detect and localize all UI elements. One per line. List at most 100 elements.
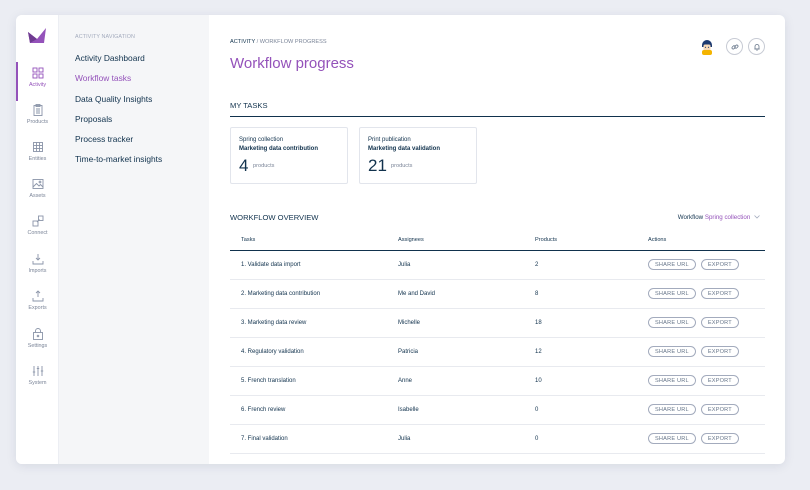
breadcrumb: ACTIVITY / WORKFLOW PROGRESS [230,39,327,45]
breadcrumb-separator: / [256,39,259,45]
export-icon [32,290,43,302]
subnav-item-time-to-market-insights[interactable]: Time-to-market insights [75,154,162,164]
chevron-down-icon [754,215,760,219]
export-button[interactable]: EXPORT [700,375,739,386]
actions-cell: SHARE URL EXPORT [648,375,739,386]
actions-cell: SHARE URL EXPORT [648,433,739,444]
table-row: 5. French translation Anne 10 SHARE URL … [230,367,765,396]
table-row: 6. French review Isabelle 0 SHARE URL EX… [230,396,765,425]
rail-item-imports[interactable]: Imports [16,253,59,289]
rail-item-assets[interactable]: Assets [16,178,59,214]
entities-icon [32,142,43,152]
task-cell: 2. Marketing data contribution [241,291,321,297]
assignee-cell: Anne [398,378,413,384]
rail-label: Activity [28,82,47,88]
products-cell: 18 [535,320,542,326]
rail-item-exports[interactable]: Exports [16,290,59,326]
rail-item-products[interactable]: Products [16,104,59,140]
column-header-actions: Actions [648,237,667,243]
rail-label: Exports [28,305,47,311]
subnav-item-data-quality-insights[interactable]: Data Quality Insights [75,94,152,104]
subnav-title: ACTIVITY NAVIGATION [75,34,136,40]
share-link-button[interactable] [726,38,743,55]
rail-label: Imports [28,268,47,274]
export-button[interactable]: EXPORT [700,288,739,299]
table-header: Tasks Assignees Products Actions [230,229,765,251]
share-url-button[interactable]: SHARE URL [648,259,696,270]
rail-item-entities[interactable]: Entities [16,141,59,177]
image-icon [32,179,43,189]
export-button[interactable]: EXPORT [700,433,739,444]
task-cell: 1. Validate data import [241,262,301,268]
section-divider [230,116,765,117]
link-icon [731,44,738,49]
assignee-cell: Michelle [398,320,421,326]
clipboard-icon [33,104,42,116]
breadcrumb-current: WORKFLOW PROGRESS [259,39,327,45]
rail-label: Assets [29,193,46,199]
rail-item-activity[interactable]: Activity [16,62,59,103]
assignee-cell: Julia [398,436,411,442]
table-row: 4. Regulatory validation Patricia 12 SHA… [230,338,765,367]
rail-label: Entities [28,156,47,162]
table-row: 3. Marketing data review Michelle 18 SHA… [230,309,765,338]
workflow-selector[interactable]: Workflow Spring collection [678,214,760,221]
rail-item-system[interactable]: System [16,365,59,401]
export-button[interactable]: EXPORT [700,317,739,328]
task-card-unit: products [253,163,275,169]
assignee-cell: Me and David [398,291,436,297]
rail-item-settings[interactable]: Settings [16,328,59,364]
task-cell: 3. Marketing data review [241,320,307,326]
export-button[interactable]: EXPORT [700,346,739,357]
notifications-button[interactable] [748,38,765,55]
column-header-tasks: Tasks [241,237,256,243]
subnav-item-workflow-tasks[interactable]: Workflow tasks [75,73,131,83]
share-url-button[interactable]: SHARE URL [648,288,696,299]
actions-cell: SHARE URL EXPORT [648,404,739,415]
task-card-unit: products [391,163,413,169]
rail-label: Settings [27,343,48,349]
main-content: ACTIVITY / WORKFLOW PROGRESS Workflow pr… [209,15,785,464]
rail-item-connect[interactable]: Connect [16,215,59,251]
rail-label: Connect [27,230,48,236]
task-cell: 5. French translation [241,378,296,384]
export-button[interactable]: EXPORT [700,259,739,270]
task-card-step: Marketing data contribution [239,146,319,152]
rail-label: System [28,380,47,386]
app-window: Activity Products Entities Assets Connec [16,15,785,464]
task-cell: 7. Final validation [241,436,288,442]
share-url-button[interactable]: SHARE URL [648,404,696,415]
avatar[interactable] [699,38,715,55]
share-url-button[interactable]: SHARE URL [648,317,696,328]
connect-icon [32,215,43,227]
logo-icon[interactable] [27,27,47,45]
task-card-step: Marketing data validation [368,146,441,152]
assignee-cell: Isabelle [398,407,419,413]
subnav-item-activity-dashboard[interactable]: Activity Dashboard [75,53,145,63]
products-cell: 0 [535,436,539,442]
subnav-item-process-tracker[interactable]: Process tracker [75,134,133,144]
task-card[interactable]: Spring collection Marketing data contrib… [230,127,348,184]
products-cell: 10 [535,378,542,384]
breadcrumb-root[interactable]: ACTIVITY [230,39,255,45]
export-button[interactable]: EXPORT [700,404,739,415]
share-url-button[interactable]: SHARE URL [648,346,696,357]
bell-icon [753,43,760,51]
table-row: 7. Final validation Julia 0 SHARE URL EX… [230,425,765,454]
sliders-icon [32,366,43,376]
share-url-button[interactable]: SHARE URL [648,375,696,386]
products-cell: 2 [535,262,539,268]
share-url-button[interactable]: SHARE URL [648,433,696,444]
assignee-cell: Julia [398,262,411,268]
subnav-item-proposals[interactable]: Proposals [75,114,112,124]
task-card-count: 21 [368,156,387,175]
assignee-cell: Patricia [398,349,419,355]
actions-cell: SHARE URL EXPORT [648,288,739,299]
lock-icon [32,328,43,340]
actions-cell: SHARE URL EXPORT [648,259,739,270]
workflow-overview-table: Tasks Assignees Products Actions 1. Vali… [230,229,765,454]
rail-label: Products [26,119,49,125]
header-actions [695,38,765,56]
import-icon [32,254,43,265]
task-card[interactable]: Print publication Marketing data validat… [359,127,477,184]
